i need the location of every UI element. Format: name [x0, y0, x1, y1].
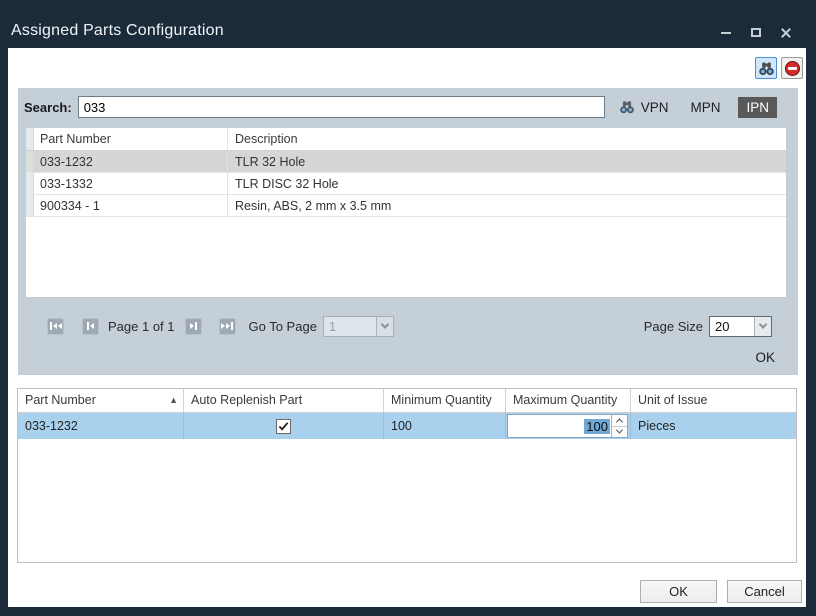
cell-minimum-quantity: 100: [384, 413, 506, 439]
assigned-header-part-number[interactable]: Part Number ▲: [18, 389, 184, 412]
results-header-description[interactable]: Description: [228, 128, 786, 150]
titlebar: Assigned Parts Configuration: [0, 0, 816, 48]
go-to-page-value: 1: [324, 317, 376, 336]
remove-part-button[interactable]: [781, 57, 803, 79]
search-binoculars-icon[interactable]: [619, 99, 635, 115]
maximize-button[interactable]: [749, 26, 762, 39]
chevron-down-icon: [616, 427, 623, 434]
cell-description: TLR DISC 32 Hole: [228, 173, 786, 194]
cell-maximum-quantity: 100: [506, 413, 631, 439]
search-mode-vpn[interactable]: VPN: [635, 98, 675, 117]
cell-unit-of-issue: Pieces: [631, 413, 796, 439]
sort-ascending-icon: ▲: [169, 389, 178, 412]
first-page-icon: [50, 322, 52, 330]
cell-description: TLR 32 Hole: [228, 151, 786, 172]
next-page-icon: [190, 323, 194, 329]
ok-button[interactable]: OK: [640, 580, 717, 603]
go-to-page-label: Go To Page: [249, 319, 317, 334]
row-gutter[interactable]: [26, 195, 34, 216]
cancel-button[interactable]: Cancel: [727, 580, 802, 603]
window-title: Assigned Parts Configuration: [11, 22, 224, 40]
page-size-value: 20: [710, 317, 754, 336]
assigned-parts-table: Part Number ▲ Auto Replenish Part Minimu…: [17, 388, 797, 563]
minimize-icon: [721, 32, 731, 34]
assigned-header-unit-of-issue[interactable]: Unit of Issue: [631, 389, 796, 412]
maximize-icon: [751, 28, 761, 37]
page-size-select[interactable]: 20: [709, 316, 772, 337]
stepper-up-button[interactable]: [612, 415, 627, 427]
search-results-table: Part Number Description 033-1232 TLR 32 …: [25, 127, 787, 298]
cell-description: Resin, ABS, 2 mm x 3.5 mm: [228, 195, 786, 216]
no-entry-icon: [785, 61, 800, 76]
assigned-header-maximum-quantity[interactable]: Maximum Quantity: [506, 389, 631, 412]
maximum-quantity-value[interactable]: 100: [584, 419, 610, 434]
table-row[interactable]: 033-1232 100 100 Pieces: [18, 413, 796, 439]
dialog-body: Search: VPN MPN IPN: [8, 48, 806, 607]
auto-replenish-checkbox[interactable]: [276, 419, 291, 434]
search-input[interactable]: [78, 96, 605, 118]
search-mode-ipn[interactable]: IPN: [738, 97, 777, 118]
quantity-stepper: [611, 415, 627, 437]
cell-part-number: 033-1332: [34, 173, 228, 194]
find-parts-button[interactable]: [755, 57, 777, 79]
cell-part-number: 900334 - 1: [34, 195, 228, 216]
next-page-button[interactable]: [185, 318, 202, 335]
results-header-part-number[interactable]: Part Number: [34, 128, 228, 150]
chevron-down-icon: [759, 320, 767, 328]
row-gutter: [26, 128, 34, 150]
assigned-header-minimum-quantity[interactable]: Minimum Quantity: [384, 389, 506, 412]
results-header-row: Part Number Description: [26, 128, 786, 151]
stepper-down-button[interactable]: [612, 427, 627, 438]
close-button[interactable]: [779, 26, 792, 39]
chevron-up-icon: [616, 418, 623, 425]
panel-ok-button[interactable]: OK: [755, 350, 775, 365]
cell-part-number: 033-1232: [34, 151, 228, 172]
row-gutter[interactable]: [26, 173, 34, 194]
maximum-quantity-editor[interactable]: 100: [507, 414, 628, 438]
previous-page-button[interactable]: [82, 318, 99, 335]
previous-page-icon: [87, 322, 89, 330]
go-to-page-select[interactable]: 1: [323, 316, 394, 337]
assigned-header-row: Part Number ▲ Auto Replenish Part Minimu…: [18, 389, 796, 413]
search-mode-mpn[interactable]: MPN: [684, 98, 726, 117]
table-row[interactable]: 033-1232 TLR 32 Hole: [26, 151, 786, 173]
chevron-down-icon: [381, 320, 389, 328]
pagination-bar: Page 1 of 1 Go To Page 1 Page Size 20: [18, 314, 798, 338]
last-page-icon: [221, 323, 225, 329]
table-row[interactable]: 900334 - 1 Resin, ABS, 2 mm x 3.5 mm: [26, 195, 786, 217]
cell-auto-replenish: [184, 413, 384, 439]
minimize-button[interactable]: [719, 26, 732, 39]
header-label: Part Number: [25, 389, 96, 412]
search-panel: Search: VPN MPN IPN: [18, 88, 798, 375]
binoculars-icon: [758, 60, 775, 77]
go-to-page-dropdown-button[interactable]: [376, 317, 393, 336]
page-size-label: Page Size: [644, 319, 703, 334]
last-page-button[interactable]: [219, 318, 236, 335]
cell-part-number: 033-1232: [18, 413, 184, 439]
page-status: Page 1 of 1: [108, 319, 175, 334]
row-gutter[interactable]: [26, 151, 34, 172]
close-icon: [780, 27, 792, 39]
assigned-header-auto-replenish[interactable]: Auto Replenish Part: [184, 389, 384, 412]
first-page-button[interactable]: [47, 318, 64, 335]
page-size-dropdown-button[interactable]: [754, 317, 771, 336]
search-label: Search:: [24, 100, 72, 115]
table-row[interactable]: 033-1332 TLR DISC 32 Hole: [26, 173, 786, 195]
